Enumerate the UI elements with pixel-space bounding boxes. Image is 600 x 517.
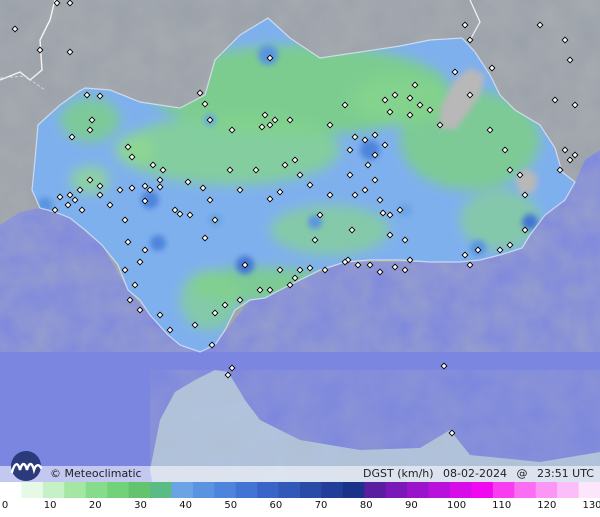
scale-swatch <box>342 482 365 498</box>
scale-tick-label: 60 <box>269 500 283 511</box>
scale-tick-label: 40 <box>179 500 192 511</box>
scale-tick-label: 30 <box>134 500 147 511</box>
scale-swatch <box>21 482 44 498</box>
scale-swatch <box>450 482 472 498</box>
scale-swatch <box>471 482 494 498</box>
scale-tick-labels: 0 10 20 30 40 50 60 70 80 90 100 110 120 130 <box>0 498 600 517</box>
scale-swatch <box>278 482 301 498</box>
map-time: 23:51 UTC <box>536 467 594 480</box>
variable-label: DGST (km/h) <box>363 467 434 480</box>
scale-swatch <box>428 482 451 498</box>
map-meta: DGST (km/h) 08-02-2024 @ 23:51 UTC <box>357 467 594 480</box>
scale-tick-label: 70 <box>314 500 328 511</box>
scale-swatch <box>150 482 172 498</box>
scale-swatch <box>64 482 87 498</box>
scale-tick-label: 20 <box>88 500 102 511</box>
scale-tick-label: 130 <box>582 500 600 511</box>
scale-tick-label: 50 <box>224 500 238 511</box>
scale-tick-label: 110 <box>492 500 512 511</box>
brand-label: © Meteoclimatic <box>50 467 142 480</box>
scale-swatch <box>235 482 258 498</box>
scale-swatch <box>85 482 108 498</box>
scale-swatch <box>214 482 237 498</box>
scale-swatch <box>257 482 280 498</box>
info-bar: © Meteoclimatic DGST (km/h) 08-02-2024 @… <box>0 451 600 482</box>
scale-swatch <box>171 482 194 498</box>
map-date: 08-02-2024 <box>443 467 507 480</box>
scale-swatch <box>535 482 558 498</box>
scale-swatch <box>128 482 151 498</box>
scale-swatch <box>364 482 387 498</box>
at-symbol: @ <box>516 467 528 480</box>
scale-swatch <box>321 482 344 498</box>
scale-swatch <box>0 482 22 498</box>
scale-swatch <box>557 482 580 498</box>
scale-tick-label: 80 <box>359 500 373 511</box>
scale-swatch <box>107 482 130 498</box>
scale-swatch <box>192 482 215 498</box>
scale-swatch <box>407 482 430 498</box>
wind-gust-map <box>0 0 600 517</box>
scale-swatch <box>578 482 600 498</box>
color-scale-bar <box>0 482 600 498</box>
footer: © Meteoclimatic DGST (km/h) 08-02-2024 @… <box>0 451 600 517</box>
brand-name: Meteoclimatic <box>64 467 142 480</box>
copyright-symbol: © <box>50 467 61 480</box>
scale-swatch <box>42 482 65 498</box>
scale-swatch <box>492 482 515 498</box>
scale-swatch <box>300 482 322 498</box>
scale-tick-label: 90 <box>405 500 418 511</box>
scale-swatch <box>385 482 408 498</box>
scale-tick-label: 120 <box>537 500 557 511</box>
scale-tick-label: 0 <box>1 500 9 511</box>
scale-tick-label: 10 <box>43 500 57 511</box>
scale-tick-label: 100 <box>446 500 467 511</box>
meteoclimatic-logo-icon <box>10 451 43 481</box>
scale-swatch <box>514 482 537 498</box>
